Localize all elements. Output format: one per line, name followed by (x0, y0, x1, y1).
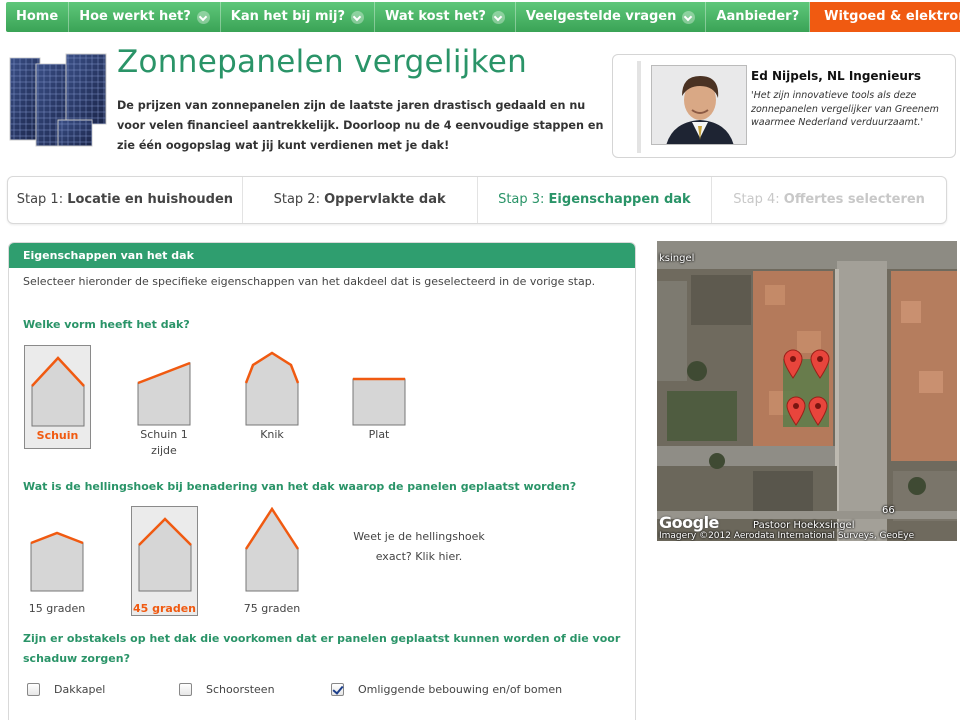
nav-cost[interactable]: Wat kost het? (375, 2, 516, 32)
angle-label-45: 45 graden (132, 602, 197, 615)
map-marker-icon[interactable] (809, 349, 831, 379)
step-2[interactable]: Stap 2: Oppervlakte dak (243, 177, 478, 223)
angle-option-75[interactable]: 75 graden (237, 507, 307, 617)
shape-label-schuin-1-zijde: Schuin 1 zijde (140, 428, 188, 457)
nav-can-i[interactable]: Kan het bij mij? (221, 2, 375, 32)
shape-label-schuin: Schuin (36, 429, 79, 442)
step-3[interactable]: Stap 3: Eigenschappen dak (478, 177, 713, 223)
map-house-number: 66 (882, 505, 895, 516)
chevron-down-icon (196, 10, 210, 24)
form-subtitle: Selecteer hieronder de specifieke eigens… (23, 275, 596, 288)
map-street-label-top: ksingel (659, 253, 695, 264)
nav-faq[interactable]: Veelgestelde vragen (516, 2, 707, 32)
map-copyright: Imagery ©2012 Aerodata International Sur… (659, 531, 915, 541)
shape-label-plat: Plat (368, 428, 390, 441)
obstacle-dakkapel-checkbox[interactable] (27, 683, 40, 696)
nav-can-i-label: Kan het bij mij? (230, 9, 345, 24)
chevron-down-icon (682, 10, 696, 24)
question-obstacles-line2: schaduw zorgen? (23, 652, 130, 665)
form-heading: Eigenschappen van het dak (9, 243, 635, 268)
angle-option-45[interactable]: 45 graden (131, 506, 198, 616)
solar-panels-image (9, 53, 107, 147)
roof-properties-form: Eigenschappen van het dak Selecteer hier… (8, 242, 636, 720)
step-1-label: Locatie en huishouden (67, 192, 234, 207)
map-provider-logo: Google (659, 513, 719, 532)
map-marker-icon[interactable] (782, 349, 804, 379)
roof-single-slope-icon (137, 361, 191, 426)
shape-option-plat[interactable]: Plat (344, 351, 414, 443)
satellite-map[interactable]: ksingel 66 Pastoor Hoekxsingel Google Im… (657, 241, 957, 541)
roof-angle-45-icon (137, 517, 192, 592)
obstacle-surroundings[interactable]: Omliggende bebouwing en/of bomen (331, 683, 562, 696)
nav-home-label: Home (16, 9, 59, 24)
person-portrait-icon (652, 66, 746, 144)
top-nav: Home Hoe werkt het? Kan het bij mij? Wat… (6, 2, 960, 32)
testimonial-name: Ed Nijpels, NL Ingenieurs (751, 69, 921, 83)
angle-label-15: 15 graden (28, 602, 86, 615)
roof-angle-15-icon (30, 531, 84, 592)
step-4: Stap 4: Offertes selecteren (712, 177, 946, 223)
testimonial-box: Ed Nijpels, NL Ingenieurs 'Het zijn inno… (612, 54, 956, 158)
obstacle-dakkapel-label: Dakkapel (54, 683, 106, 696)
page-title: Zonnepanelen vergelijken (117, 44, 528, 80)
question-roof-shape: Welke vorm heeft het dak? (23, 318, 190, 331)
intro-text: De prijzen van zonnepanelen zijn de laat… (117, 99, 604, 152)
step-2-prefix: Stap 2: (273, 192, 325, 207)
angle-option-15[interactable]: 15 graden (23, 529, 91, 617)
exact-angle-line2: exact? Klik hier. (375, 550, 463, 563)
step-3-label: Eigenschappen dak (548, 192, 691, 207)
shape-option-schuin[interactable]: Schuin (24, 345, 91, 449)
question-obstacles-line1: Zijn er obstakels op het dak die voorkom… (23, 632, 621, 645)
nav-home[interactable]: Home (6, 2, 70, 32)
obstacle-surroundings-checkbox[interactable] (331, 683, 344, 696)
shape-label-knik: Knik (260, 428, 284, 441)
obstacle-schoorsteen-checkbox[interactable] (179, 683, 192, 696)
question-roof-angle: Wat is de hellingshoek bij benadering va… (23, 480, 577, 493)
exact-angle-link[interactable]: Weet je de hellingshoek exact? Klik hier… (349, 527, 489, 567)
step-progress: Stap 1: Locatie en huishouden Stap 2: Op… (7, 176, 947, 224)
step-4-prefix: Stap 4: (733, 192, 784, 207)
chevron-down-icon (491, 10, 505, 24)
testimonial-photo (651, 65, 747, 145)
obstacle-surroundings-label: Omliggende bebouwing en/of bomen (358, 683, 563, 696)
map-marker-icon[interactable] (785, 396, 807, 426)
nav-faq-label: Veelgestelde vragen (525, 9, 677, 24)
satellite-imagery (657, 241, 957, 541)
shape-option-knik[interactable]: Knik (237, 351, 307, 443)
obstacle-schoorsteen[interactable]: Schoorsteen (179, 683, 275, 696)
nav-how-it-works-label: Hoe werkt het? (79, 9, 191, 24)
step-1[interactable]: Stap 1: Locatie en huishouden (8, 177, 243, 223)
nav-appliances-cta[interactable]: Witgoed & elektronica (810, 2, 960, 32)
map-street-label-bottom: Pastoor Hoekxsingel (753, 520, 855, 531)
roof-gambrel-icon (244, 351, 300, 426)
testimonial-divider (637, 61, 641, 153)
chevron-down-icon (350, 10, 364, 24)
nav-how-it-works[interactable]: Hoe werkt het? (69, 2, 221, 32)
step-1-prefix: Stap 1: (16, 192, 68, 207)
nav-cta-label: Witgoed & elektronica (824, 9, 960, 24)
step-3-prefix: Stap 3: (498, 192, 549, 207)
step-2-label: Oppervlakte dak (324, 192, 446, 207)
roof-pitched-icon (30, 356, 85, 427)
roof-angle-75-icon (244, 507, 300, 592)
exact-angle-line1: Weet je de hellingshoek (353, 530, 485, 543)
nav-cost-label: Wat kost het? (384, 9, 486, 24)
angle-label-75: 75 graden (243, 602, 301, 615)
nav-provider[interactable]: Aanbieder? (706, 2, 811, 32)
shape-option-schuin-1-zijde[interactable]: Schuin 1 zijde (129, 351, 199, 459)
nav-provider-label: Aanbieder? (716, 9, 800, 24)
map-marker-icon[interactable] (807, 396, 829, 426)
obstacle-schoorsteen-label: Schoorsteen (206, 683, 275, 696)
step-4-label: Offertes selecteren (783, 192, 925, 207)
question-obstacles: Zijn er obstakels op het dak die voorkom… (23, 629, 620, 669)
obstacle-dakkapel[interactable]: Dakkapel (27, 683, 105, 696)
roof-flat-icon (352, 377, 406, 426)
testimonial-quote: 'Het zijn innovatieve tools als deze zon… (751, 90, 939, 128)
